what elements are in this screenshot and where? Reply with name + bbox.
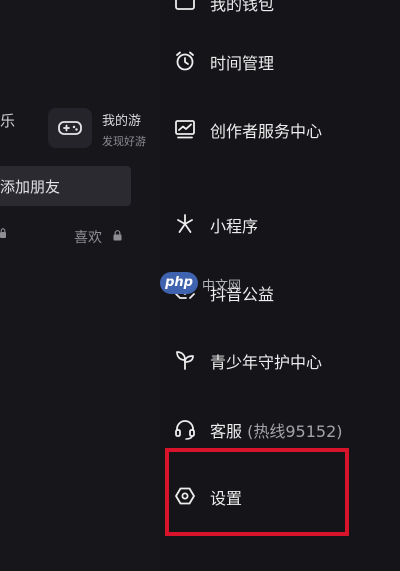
my-games-title[interactable]: 我的游 bbox=[102, 110, 141, 129]
likes-tab[interactable]: 喜欢 bbox=[74, 227, 102, 247]
sprout-icon bbox=[176, 351, 194, 370]
menu-item-label: 我的钱包 bbox=[210, 0, 275, 14]
hands-heart-icon bbox=[175, 286, 195, 299]
customer-service-label: 客服 bbox=[210, 422, 243, 441]
menu-item-label: 客服 (热线95152) bbox=[210, 418, 343, 442]
lock-icon bbox=[0, 228, 6, 238]
chart-icon bbox=[175, 120, 195, 139]
menu-item-youth-protection[interactable]: 青少年守护中心 bbox=[160, 337, 400, 383]
headset-icon bbox=[175, 420, 195, 440]
side-drawer-menu: 我的钱包 时间管理 创作者服务中心 小程序 抖音公益 青少年守护中心 客服 (热… bbox=[160, 0, 400, 571]
menu-item-label: 青少年守护中心 bbox=[210, 353, 323, 372]
menu-item-label: 时间管理 bbox=[210, 54, 275, 73]
menu-item-label: 小程序 bbox=[210, 217, 259, 236]
menu-item-label: 抖音公益 bbox=[210, 285, 275, 304]
add-friend-button[interactable]: 添加朋友 bbox=[0, 166, 131, 206]
menu-item-customer-service[interactable]: 客服 (热线95152) bbox=[160, 406, 400, 452]
wallet-icon bbox=[175, 0, 195, 10]
screen: 乐 我的游 发现好游 添加朋友 喜欢 我的钱包 时间管理 创作者服务中心 小程序… bbox=[0, 0, 400, 571]
hotline-hint: (热线95152) bbox=[247, 422, 343, 441]
menu-item-label: 创作者服务中心 bbox=[210, 122, 323, 141]
my-games-tile[interactable] bbox=[48, 108, 92, 148]
my-games-subtitle: 发现好游 bbox=[102, 135, 146, 148]
lock-icon bbox=[113, 230, 122, 241]
hexagon-gear-icon bbox=[175, 487, 195, 505]
music-label[interactable]: 乐 bbox=[0, 110, 15, 131]
menu-item-settings[interactable]: 设置 bbox=[160, 473, 400, 519]
profile-page-background: 乐 我的游 发现好游 添加朋友 喜欢 bbox=[0, 0, 160, 571]
menu-item-creator-center[interactable]: 创作者服务中心 bbox=[160, 106, 400, 152]
menu-item-charity[interactable]: 抖音公益 bbox=[160, 269, 400, 315]
menu-item-label: 设置 bbox=[210, 489, 243, 508]
alarm-clock-icon bbox=[176, 51, 194, 71]
menu-item-time-management[interactable]: 时间管理 bbox=[160, 38, 400, 84]
sparkle-icon bbox=[177, 214, 193, 233]
menu-item-mini-programs[interactable]: 小程序 bbox=[160, 201, 400, 247]
gamepad-icon bbox=[58, 121, 82, 135]
add-friend-label: 添加朋友 bbox=[0, 178, 61, 196]
